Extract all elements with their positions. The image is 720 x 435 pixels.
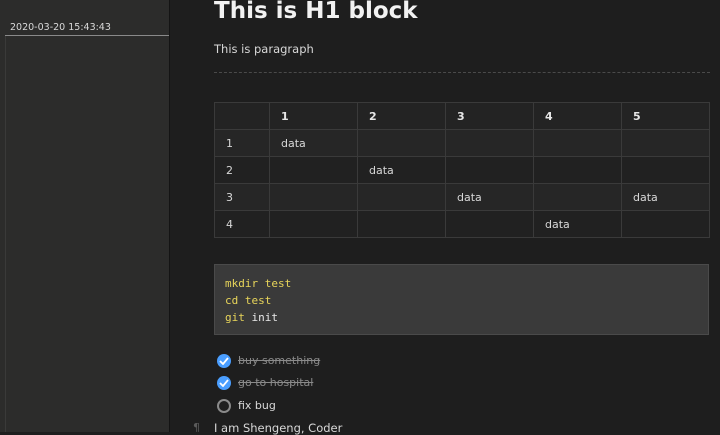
table-cell[interactable]: [357, 129, 446, 157]
table-cell[interactable]: [445, 129, 534, 157]
table-row: 3 data data: [214, 183, 710, 211]
sidebar-file-label: 2020-03-20 15:43:43: [10, 22, 111, 33]
code-line: cd test: [225, 294, 271, 307]
pilcrow-icon[interactable]: ¶: [193, 421, 200, 434]
table-cell[interactable]: 2: [214, 156, 270, 184]
table-row: 4 data: [214, 210, 710, 238]
table-cell[interactable]: 1: [214, 129, 270, 157]
table-header-row: 1 2 3 4 5: [214, 102, 710, 130]
horizontal-rule: [214, 72, 710, 73]
table-cell[interactable]: 3: [214, 183, 270, 211]
code-command: mkdir: [225, 277, 259, 290]
checkmark-icon: [219, 357, 229, 365]
table-cell[interactable]: data: [621, 183, 710, 211]
table-header-cell[interactable]: [214, 102, 270, 130]
table-header-cell[interactable]: 4: [533, 102, 622, 130]
table-cell[interactable]: [533, 183, 622, 211]
paragraph[interactable]: I am Shengeng, Coder: [214, 421, 342, 435]
table-cell[interactable]: data: [533, 210, 622, 238]
table-cell[interactable]: [533, 156, 622, 184]
table-cell[interactable]: [621, 129, 710, 157]
paragraph[interactable]: This is paragraph: [214, 42, 314, 56]
table-header-cell[interactable]: 5: [621, 102, 710, 130]
table-cell[interactable]: [269, 183, 358, 211]
code-argument: test: [264, 277, 292, 290]
data-table[interactable]: 1 2 3 4 5 1 data 2 data 3 data data 4 da…: [214, 102, 710, 238]
code-line: git init: [225, 311, 278, 324]
table-header-cell[interactable]: 1: [269, 102, 358, 130]
table-header-cell[interactable]: 2: [357, 102, 446, 130]
table-cell[interactable]: [357, 210, 446, 238]
task-checkbox-unchecked[interactable]: [217, 399, 231, 413]
checkmark-icon: [219, 379, 229, 387]
code-command: cd: [225, 294, 239, 307]
table-row: 2 data: [214, 156, 710, 184]
table-cell[interactable]: [533, 129, 622, 157]
code-line: mkdir test: [225, 277, 291, 290]
table-cell[interactable]: [269, 210, 358, 238]
task-label[interactable]: go to hospital: [238, 376, 313, 389]
table-cell[interactable]: data: [269, 129, 358, 157]
table-cell[interactable]: [445, 210, 534, 238]
table-cell[interactable]: data: [357, 156, 446, 184]
table-header-cell[interactable]: 3: [445, 102, 534, 130]
table-row: 1 data: [214, 129, 710, 157]
table-cell[interactable]: [621, 156, 710, 184]
task-checkbox-checked[interactable]: [217, 354, 231, 368]
code-block[interactable]: mkdir test cd test git init: [214, 264, 709, 335]
heading-h1[interactable]: This is H1 block: [214, 0, 418, 24]
task-label[interactable]: fix bug: [238, 399, 276, 412]
table-cell[interactable]: [357, 183, 446, 211]
table-cell[interactable]: [445, 156, 534, 184]
code-argument: init: [251, 311, 279, 324]
table-cell[interactable]: 4: [214, 210, 270, 238]
code-command: git: [225, 311, 245, 324]
code-argument: test: [244, 294, 272, 307]
task-checkbox-checked[interactable]: [217, 376, 231, 390]
task-label[interactable]: buy something: [238, 354, 320, 367]
editor[interactable]: This is H1 block This is paragraph 1 2 3…: [170, 0, 720, 435]
table-cell[interactable]: data: [445, 183, 534, 211]
table-cell[interactable]: [269, 156, 358, 184]
sidebar-divider: [5, 35, 6, 432]
sidebar: 2020-03-20 15:43:43: [0, 0, 169, 432]
table-cell[interactable]: [621, 210, 710, 238]
sidebar-file-item[interactable]: 2020-03-20 15:43:43: [5, 18, 169, 36]
